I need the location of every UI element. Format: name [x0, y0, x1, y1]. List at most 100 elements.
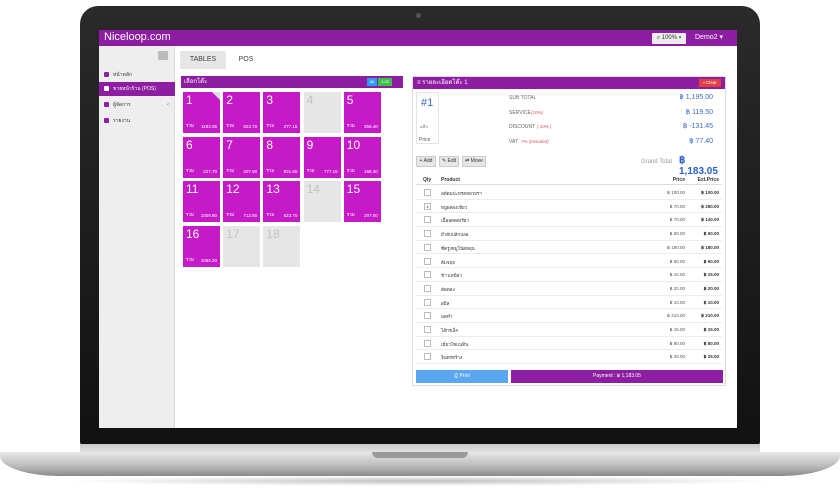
table-number: 5	[346, 93, 354, 107]
order-qty-input[interactable]	[424, 271, 431, 279]
order-row[interactable]: 4 หมูผดผงเขียว ฿ 70.00 ฿ 280.00	[416, 200, 722, 214]
order-product-name: ต้มจฤย	[441, 259, 455, 265]
clear-button[interactable]: ▪ Clear	[699, 79, 721, 87]
order-product-name: ตัดตอง	[441, 286, 455, 292]
laptop-notch	[372, 452, 468, 458]
payment-button[interactable]: Payment : ฿ 1,183.05	[511, 370, 723, 383]
move-button[interactable]: ⇄ Move	[462, 156, 486, 167]
order-qty-input[interactable]	[424, 298, 431, 306]
order-row[interactable]: ยำสัปปลักปลอ ฿ 60.00 ฿ 60.00	[416, 227, 722, 241]
add-button[interactable]: + Add	[416, 156, 436, 167]
filter-range-button[interactable]: 1-20	[378, 78, 392, 86]
table-tile[interactable]: 13 รวม 623.70	[263, 181, 301, 223]
zoom-value: 100%	[661, 35, 678, 41]
edit-button[interactable]: ✎ Edit	[439, 156, 459, 167]
user-menu[interactable]: Demo2 ▾	[695, 33, 723, 41]
order-product-name: ยำสัปปลักปลอ	[441, 232, 469, 238]
print-icon: ⎙	[454, 373, 459, 379]
order-ext-price: ฿ 100.00	[701, 190, 719, 195]
discount-note[interactable]: ( 10% )	[537, 124, 552, 129]
table-tile[interactable]: 15 รวม 297.00	[343, 181, 381, 223]
order-qty-input[interactable]	[424, 189, 431, 196]
order-qty-input[interactable]	[424, 257, 431, 265]
table-number: 6	[186, 137, 193, 152]
order-qty-input[interactable]	[424, 243, 431, 251]
order-qty-input[interactable]	[424, 312, 431, 320]
sidebar-toggle-button[interactable]	[158, 51, 168, 60]
order-qty-input[interactable]: 4	[424, 202, 431, 210]
order-product-name: หมูผดผงเขียว	[441, 204, 468, 210]
table-tile[interactable]: 2 รวม 623.70	[223, 92, 261, 133]
order-ext-price: ฿ 60.00	[703, 231, 719, 237]
tab-pos[interactable]: POS	[226, 51, 266, 69]
move-icon: ⇄	[465, 158, 470, 164]
table-tile[interactable]: 6 รวม 227.70	[183, 136, 220, 178]
order-qty-input[interactable]	[424, 326, 431, 333]
order-qty-input[interactable]	[424, 284, 431, 292]
order-qty-input[interactable]	[424, 353, 431, 361]
table-tile[interactable]: 9 รวม 777.15	[303, 136, 341, 178]
table-tile[interactable]: 8 รวม 831.60	[263, 136, 301, 178]
table-total: 712.80	[243, 213, 258, 219]
order-price: ฿ 80.00	[669, 340, 685, 346]
table-tile[interactable]: 16 รวม 1069.20	[183, 225, 220, 267]
table-total: 356.40	[364, 124, 378, 129]
tab-tables[interactable]: TABLES	[180, 51, 226, 69]
vat-note[interactable]: 7% (Included)	[521, 139, 549, 144]
order-qty-input[interactable]	[424, 216, 431, 224]
order-number-sub: แท็บ	[420, 124, 428, 129]
main-content: TABLES POS เลือกโต๊ะ All 1-20 1 รวม 1183.0…	[175, 46, 737, 428]
top-bar: Niceloop.com ⌕ 100% ▾ Demo2 ▾	[99, 30, 737, 46]
order-qty-input[interactable]	[424, 230, 431, 238]
table-number: 1	[186, 93, 193, 107]
order-ext-price: ฿ 210.00	[701, 313, 719, 319]
table-tile[interactable]: 5 รวม 356.40	[343, 92, 381, 133]
price-tab[interactable]: Price	[416, 135, 439, 145]
order-row[interactable]: ตัดตอง ฿ 20.00 ฿ 20.00	[416, 282, 722, 296]
table-tile[interactable]: 3 รวม 277.15	[263, 92, 301, 133]
table-tile[interactable]: 11 รวม 1009.80	[183, 181, 220, 223]
print-label: Print	[459, 373, 470, 379]
table-tile[interactable]: 7 รวม 207.90	[223, 136, 261, 178]
filter-all-button[interactable]: All	[367, 78, 377, 86]
table-tile[interactable]: 4	[303, 92, 341, 133]
table-tile[interactable]: 14	[303, 181, 341, 223]
table-tile[interactable]: 10 รวม 168.30	[343, 136, 381, 178]
edit-icon: ✎	[441, 158, 447, 164]
table-tile[interactable]: 18	[263, 225, 301, 267]
sidebar-item-1[interactable]: ขายหน้าร้าน (POS)	[99, 82, 175, 96]
order-row[interactable]: ลดัดมปะหรดหยวยรา ฿ 100.00 ฿ 100.00	[416, 186, 722, 200]
order-qty-input[interactable]	[424, 339, 431, 347]
sidebar-item-3[interactable]: รายงาน	[99, 114, 175, 128]
order-row[interactable]: ข้าวเหนียว ฿ 15.00 ฿ 15.00	[416, 268, 722, 282]
print-button[interactable]: ⎙ Print	[416, 370, 508, 383]
table-tile[interactable]: 1 รวม 1183.05	[183, 92, 220, 133]
order-row[interactable]: มดหำ ฿ 210.00 ฿ 210.00	[416, 309, 722, 323]
order-product-name: ผมิล	[441, 300, 450, 306]
order-row[interactable]: ต้มจฤย ฿ 60.00 ฿ 60.00	[416, 255, 722, 269]
sidebar-item-2[interactable]: ผู้จัดการ ‹	[99, 98, 175, 112]
table-tile[interactable]: 17	[223, 225, 261, 267]
order-ext-price: ฿ 25.00	[703, 354, 719, 360]
discount-label: DISCOUNT	[509, 124, 536, 130]
order-row[interactable]: ซี่ครูงหมูโน้ตหยุน ฿ 180.00 ฿ 180.00	[416, 241, 722, 255]
order-ext-price: ฿ 180.00	[701, 244, 719, 250]
order-price: ฿ 10.00	[669, 299, 685, 305]
service-label: SERVICE	[509, 110, 531, 116]
table-tile[interactable]: 12 รวม 712.80	[223, 181, 261, 223]
order-row[interactable]: เนื้ออดดดเรียว ฿ 70.00 ฿ 140.00	[416, 213, 722, 228]
table-total-label: รวม	[186, 256, 194, 262]
sidebar-item-0[interactable]: หน้าหลัก	[99, 68, 175, 82]
service-note[interactable]: (10%)	[531, 110, 543, 115]
order-row[interactable]: ไส้กรเล็ก ฿ 15.00 ฿ 15.00	[416, 323, 722, 337]
subtotal-row: SUB TOTAL ฿ 1,195.00	[509, 93, 719, 105]
order-row[interactable]: เมี่ยวโซแนทิน ฿ 80.00 ฿ 80.00	[416, 337, 722, 351]
order-row[interactable]: ผมิล ฿ 10.00 ฿ 10.00	[416, 296, 722, 310]
report-icon	[104, 118, 109, 123]
order-row[interactable]: จินดรทร้าง ฿ 25.00 ฿ 25.00	[416, 350, 722, 365]
zoom-dropdown[interactable]: ⌕ 100% ▾	[652, 33, 686, 44]
sidebar: หน้าหลักขายหน้าร้าน (POS) ผู้จัดการ ‹ รายงา…	[99, 46, 175, 428]
sidebar-item-label: ขายหน้าร้าน (POS)	[113, 86, 156, 92]
brand-logo[interactable]: Niceloop.com	[104, 31, 171, 43]
table-number: 7	[226, 137, 233, 152]
